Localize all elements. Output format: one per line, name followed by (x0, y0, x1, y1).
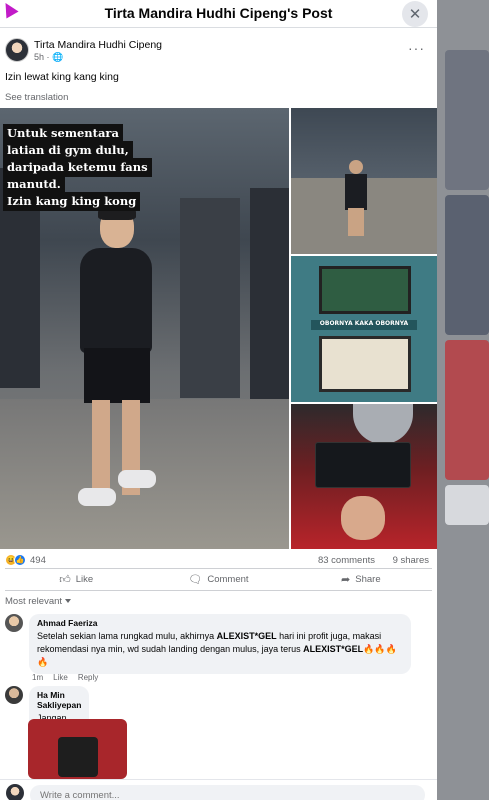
post-time[interactable]: 5h · (34, 52, 52, 62)
comment-bubble: Ahmad Faeriza Setelah sekian lama rungka… (29, 614, 411, 674)
commenter-avatar[interactable] (5, 686, 23, 704)
reaction-icons[interactable]: 😆 👍 (5, 554, 26, 566)
like-icon: 👍 (14, 554, 26, 566)
post-dialog: Tirta Mandira Hudhi Cipeng's Post ✕ Tirt… (0, 0, 437, 800)
comment-input[interactable] (30, 785, 425, 800)
see-translation-link[interactable]: See translation (0, 92, 437, 103)
background-post-image (445, 340, 489, 480)
comment-icon: 🗨︎ (188, 574, 203, 586)
share-icon: ➦ (341, 574, 351, 586)
commenter-name[interactable]: Ha Min Sakliyepan (37, 690, 81, 710)
dialog-title: Tirta Mandira Hudhi Cipeng's Post (104, 5, 333, 21)
gym-rack (250, 188, 289, 418)
comment-count[interactable]: 83 comments (318, 555, 375, 566)
reaction-count[interactable]: 494 (30, 555, 46, 566)
person-figure (70, 204, 160, 518)
photo-meme[interactable]: OBORNYA KAKA OBORNYA (291, 256, 437, 402)
sort-dropdown[interactable]: Most relevant (5, 596, 72, 607)
reaction-summary: 😆 👍 494 83 comments 9 shares (0, 553, 437, 569)
share-button[interactable]: ➦ Share (290, 569, 432, 590)
comment-like-button[interactable]: Like (53, 673, 68, 682)
photo-grid: Untuk sementara latian di gym dulu, dari… (0, 108, 437, 549)
like-button[interactable]: 👍︎ Like (5, 569, 147, 590)
comment-text: Setelah sekian lama rungkad mulu, akhirn… (37, 631, 397, 667)
current-user-avatar (6, 784, 24, 800)
close-button[interactable]: ✕ (402, 1, 428, 27)
meme-banner: OBORNYA KAKA OBORNYA (311, 320, 417, 330)
comment-meta: 1m Like Reply (32, 673, 98, 682)
photo-gym[interactable] (291, 108, 437, 254)
background-post-card (445, 485, 489, 525)
comment-time[interactable]: 1m (32, 673, 43, 682)
chevron-down-icon (65, 599, 72, 604)
globe-icon: 🌐 (52, 52, 64, 62)
thumbs-up-icon: 👍︎ (59, 574, 71, 586)
background-post-image (445, 50, 489, 190)
background-post-image (445, 195, 489, 335)
author-name[interactable]: Tirta Mandira Hudhi Cipeng (34, 39, 162, 51)
comment-button[interactable]: 🗨︎ Comment (147, 569, 289, 590)
commenter-name[interactable]: Ahmad Faeriza (37, 618, 403, 628)
image-caption-line: Izin kang king kong (3, 192, 141, 211)
dialog-header: Tirta Mandira Hudhi Cipeng's Post ✕ (0, 0, 437, 28)
gym-rack (180, 198, 240, 398)
author-avatar[interactable] (5, 38, 29, 62)
close-icon: ✕ (408, 6, 422, 23)
more-options-button[interactable]: ··· (408, 40, 425, 56)
post-meta: 5h · 🌐 (34, 52, 63, 63)
photo-trophy[interactable] (291, 404, 437, 549)
commenter-avatar[interactable] (5, 614, 23, 632)
post-actions: 👍︎ Like 🗨︎ Comment ➦ Share (5, 568, 432, 591)
main-photo[interactable]: Untuk sementara latian di gym dulu, dari… (0, 108, 289, 549)
comment-composer (0, 779, 437, 800)
comment-reply-button[interactable]: Reply (78, 673, 98, 682)
post-header: Tirta Mandira Hudhi Cipeng 5h · 🌐 ··· (0, 38, 437, 74)
share-count[interactable]: 9 shares (393, 555, 429, 566)
comment-image[interactable] (28, 719, 127, 779)
